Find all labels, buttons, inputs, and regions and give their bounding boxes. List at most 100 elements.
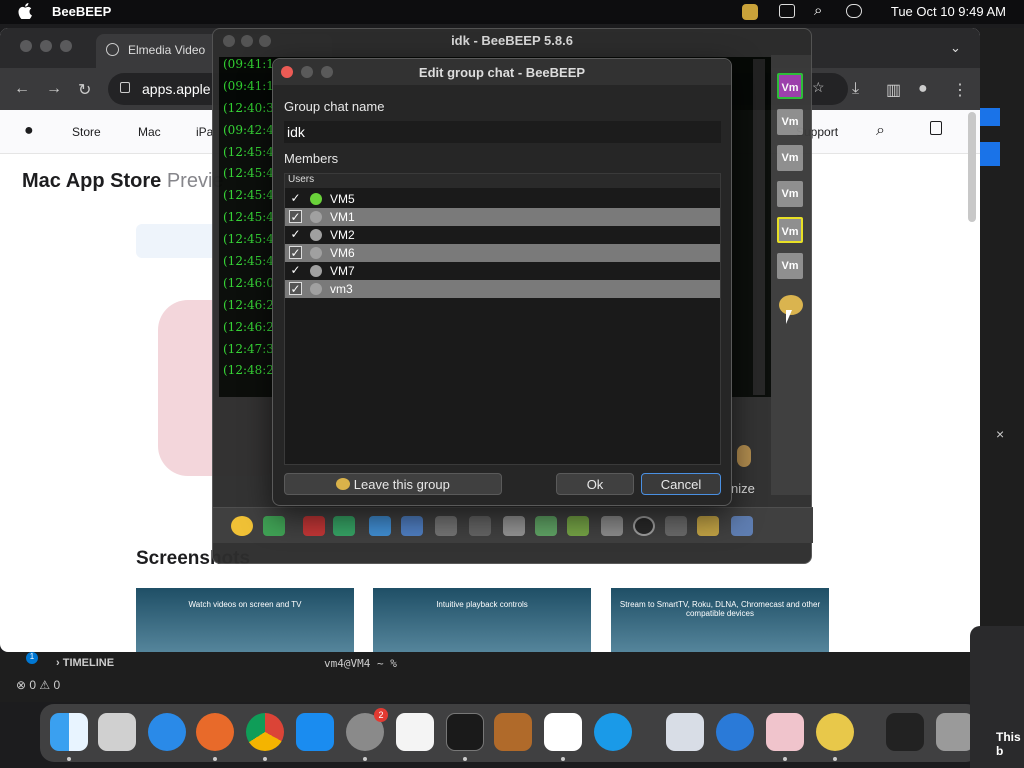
user-avatar-vm[interactable]: Vm: [777, 217, 803, 243]
skype-icon[interactable]: [594, 713, 632, 751]
nav-ipad[interactable]: iPa: [196, 125, 213, 139]
user-avatar-vm[interactable]: Vm: [777, 181, 803, 207]
firefox-icon[interactable]: [196, 713, 234, 751]
list-header[interactable]: Users: [285, 174, 720, 188]
quicktime-icon[interactable]: [716, 713, 754, 751]
page-scrollbar[interactable]: [968, 112, 976, 222]
folder-send-icon[interactable]: [567, 516, 589, 536]
ok-button[interactable]: Ok: [556, 473, 634, 495]
document-icon[interactable]: [503, 516, 525, 536]
members-list[interactable]: Users ✓ VM5 ✓ VM1 ✓ VM2 ✓ VM6 ✓ VM7 ✓ vm…: [284, 173, 721, 465]
app-store-icon[interactable]: [296, 713, 334, 751]
close-window-button[interactable]: [20, 40, 32, 52]
notes-icon[interactable]: [697, 516, 719, 536]
member-row[interactable]: ✓ VM5: [285, 190, 720, 208]
trash-icon[interactable]: [936, 713, 974, 751]
garageband-icon[interactable]: [494, 713, 532, 751]
zoom-window-button[interactable]: [60, 40, 72, 52]
star-icon[interactable]: ☆: [812, 79, 825, 96]
minimize-dialog-button[interactable]: [301, 66, 313, 78]
close-window-button[interactable]: [223, 35, 235, 47]
spellcheck-icon[interactable]: [435, 516, 457, 536]
clock-icon[interactable]: [633, 516, 655, 536]
filter-icon[interactable]: [980, 108, 1000, 126]
control-center-icon[interactable]: [846, 4, 862, 18]
screen-mirroring-icon[interactable]: [779, 4, 795, 18]
member-checkbox[interactable]: ✓: [289, 246, 302, 260]
member-row[interactable]: ✓ VM1: [285, 208, 720, 226]
reload-icon[interactable]: ↻: [78, 80, 91, 100]
launchpad-icon[interactable]: [98, 713, 136, 751]
member-checkbox[interactable]: ✓: [289, 192, 302, 205]
note-icon[interactable]: [469, 516, 491, 536]
textedit-icon[interactable]: [396, 713, 434, 751]
minimize-window-button[interactable]: [40, 40, 52, 52]
sidebar-icon[interactable]: ▥: [886, 80, 901, 100]
filter-icon[interactable]: [369, 516, 391, 536]
terminal-prompt[interactable]: vm4@VM4 ~ %: [324, 657, 397, 670]
search-icon[interactable]: ⌕: [814, 2, 822, 19]
finder-icon[interactable]: [50, 713, 88, 751]
member-row[interactable]: ✓ VM7: [285, 262, 720, 280]
vscode-icon[interactable]: [544, 713, 582, 751]
forward-icon[interactable]: →: [46, 80, 62, 98]
apple-menu-icon[interactable]: [18, 3, 32, 23]
notification-panel[interactable]: This b: [970, 626, 1024, 768]
member-checkbox[interactable]: ✓: [289, 210, 302, 224]
user-avatar-vm[interactable]: Vm: [777, 253, 803, 279]
preview-icon[interactable]: [666, 713, 704, 751]
member-row[interactable]: ✓ vm3: [285, 280, 720, 298]
user-avatar-vm[interactable]: Vm: [777, 145, 803, 171]
microphone-icon[interactable]: [737, 445, 751, 467]
minimize-window-button[interactable]: [241, 35, 253, 47]
apple-logo-icon[interactable]: ●: [24, 122, 34, 140]
blue-button[interactable]: [980, 142, 1000, 166]
member-checkbox[interactable]: ✓: [289, 282, 302, 296]
beebeep-tray-icon[interactable]: [742, 4, 758, 20]
timeline-section[interactable]: › TIMELINE: [56, 657, 114, 669]
more-icon[interactable]: ⋮: [952, 80, 968, 100]
settings-icon[interactable]: [401, 516, 423, 536]
close-icon[interactable]: ×: [996, 426, 1004, 442]
problems-status[interactable]: ⊗ 0 ⚠ 0: [16, 678, 60, 692]
nav-mac[interactable]: Mac: [138, 125, 161, 139]
nav-store[interactable]: Store: [72, 125, 101, 139]
app-name[interactable]: BeeBEEP: [52, 4, 111, 19]
zoom-window-button[interactable]: [259, 35, 271, 47]
screen-icon[interactable]: [665, 516, 687, 536]
chevron-down-icon[interactable]: ⌄: [950, 40, 961, 56]
font-icon[interactable]: [303, 516, 325, 536]
search-icon[interactable]: ⌕: [876, 122, 885, 140]
bag-icon[interactable]: [930, 121, 942, 135]
download-icon[interactable]: ⤓: [852, 80, 859, 98]
safari-icon[interactable]: [148, 713, 186, 751]
screenshot-thumb[interactable]: Stream to SmartTV, Roku, DLNA, Chromecas…: [611, 588, 829, 652]
chat-scrollbar[interactable]: [753, 59, 765, 395]
zoom-dialog-button[interactable]: [321, 66, 333, 78]
close-dialog-button[interactable]: [281, 66, 293, 78]
chrome-icon[interactable]: [246, 713, 284, 751]
color-icon[interactable]: [333, 516, 355, 536]
screenshot-icon[interactable]: [731, 516, 753, 536]
screen-sharing-icon[interactable]: [886, 713, 924, 751]
screenshot-thumb[interactable]: Watch videos on screen and TV: [136, 588, 354, 652]
send-mail-icon[interactable]: [263, 516, 285, 536]
back-icon[interactable]: ←: [14, 80, 30, 98]
group-name-input[interactable]: idk: [284, 121, 721, 143]
profile-icon[interactable]: ●: [918, 80, 928, 98]
leave-group-button[interactable]: Leave this group: [284, 473, 502, 495]
edit-icon[interactable]: [601, 516, 623, 536]
member-checkbox[interactable]: ✓: [289, 264, 302, 277]
member-row[interactable]: ✓ VM6: [285, 244, 720, 262]
cancel-button[interactable]: Cancel: [641, 473, 721, 495]
file-share-icon[interactable]: [535, 516, 557, 536]
menu-clock[interactable]: Tue Oct 10 9:49 AM: [891, 4, 1006, 19]
elmedia-icon[interactable]: [766, 713, 804, 751]
beebeep-dock-icon[interactable]: [816, 713, 854, 751]
terminal-icon[interactable]: [446, 713, 484, 751]
user-avatar-vm[interactable]: Vm: [777, 109, 803, 135]
user-avatar-vm[interactable]: Vm: [777, 73, 803, 99]
emoji-icon[interactable]: [231, 516, 253, 536]
member-row[interactable]: ✓ VM2: [285, 226, 720, 244]
screenshot-thumb[interactable]: Intuitive playback controls: [373, 588, 591, 652]
